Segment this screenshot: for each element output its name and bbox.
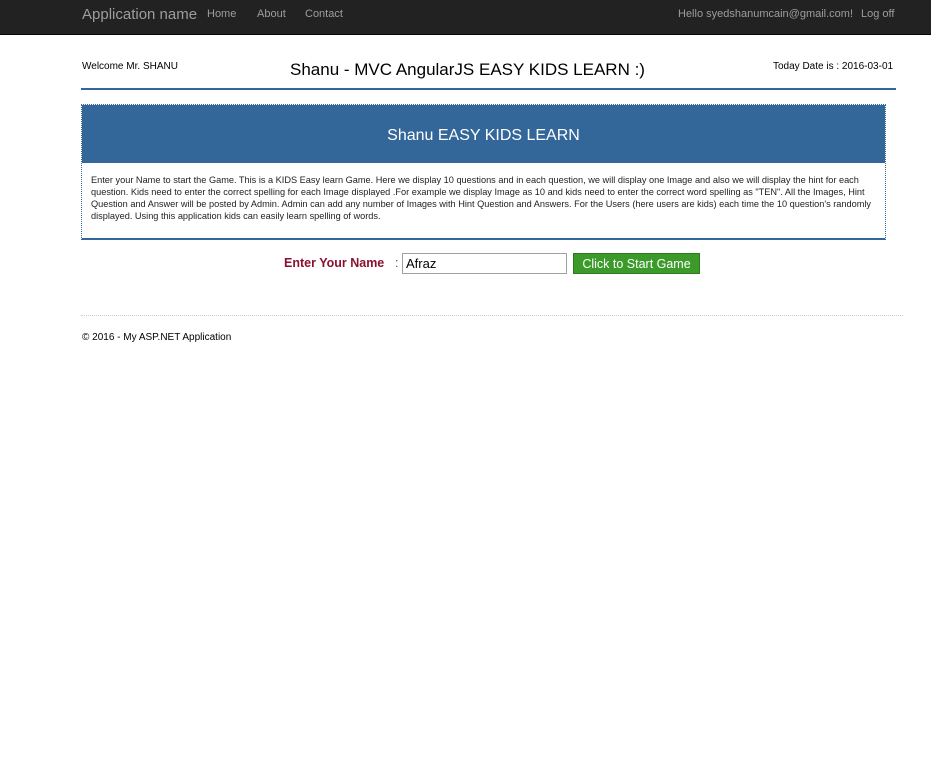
user-greeting-link[interactable]: Hello syedshanumcain@gmail.com! [678, 8, 853, 20]
nav-about-link[interactable]: About [257, 8, 286, 20]
name-input[interactable] [402, 253, 567, 274]
intro-panel: Shanu EASY KIDS LEARN Enter your Name to… [81, 104, 886, 240]
name-colon: : [395, 256, 399, 270]
welcome-text: Welcome Mr. SHANU [82, 61, 178, 72]
start-game-button[interactable]: Click to Start Game [573, 253, 700, 274]
nav-contact-link[interactable]: Contact [305, 8, 343, 20]
today-date: Today Date is : 2016-03-01 [773, 61, 894, 72]
brand-link[interactable]: Application name [82, 6, 197, 23]
panel-description: Enter your Name to start the Game. This … [91, 175, 872, 221]
nav-home-link[interactable]: Home [207, 8, 236, 20]
name-label: Enter Your Name [284, 256, 385, 270]
footer-copyright: © 2016 - My ASP.NET Application [82, 332, 232, 343]
panel-title: Shanu EASY KIDS LEARN [82, 105, 885, 163]
logoff-link[interactable]: Log off [861, 8, 894, 20]
header-divider [81, 88, 896, 90]
page-title: Shanu - MVC AngularJS EASY KIDS LEARN :) [290, 60, 645, 79]
top-navbar: Application name Home About Contact Hell… [0, 0, 931, 35]
footer-divider [81, 315, 903, 316]
